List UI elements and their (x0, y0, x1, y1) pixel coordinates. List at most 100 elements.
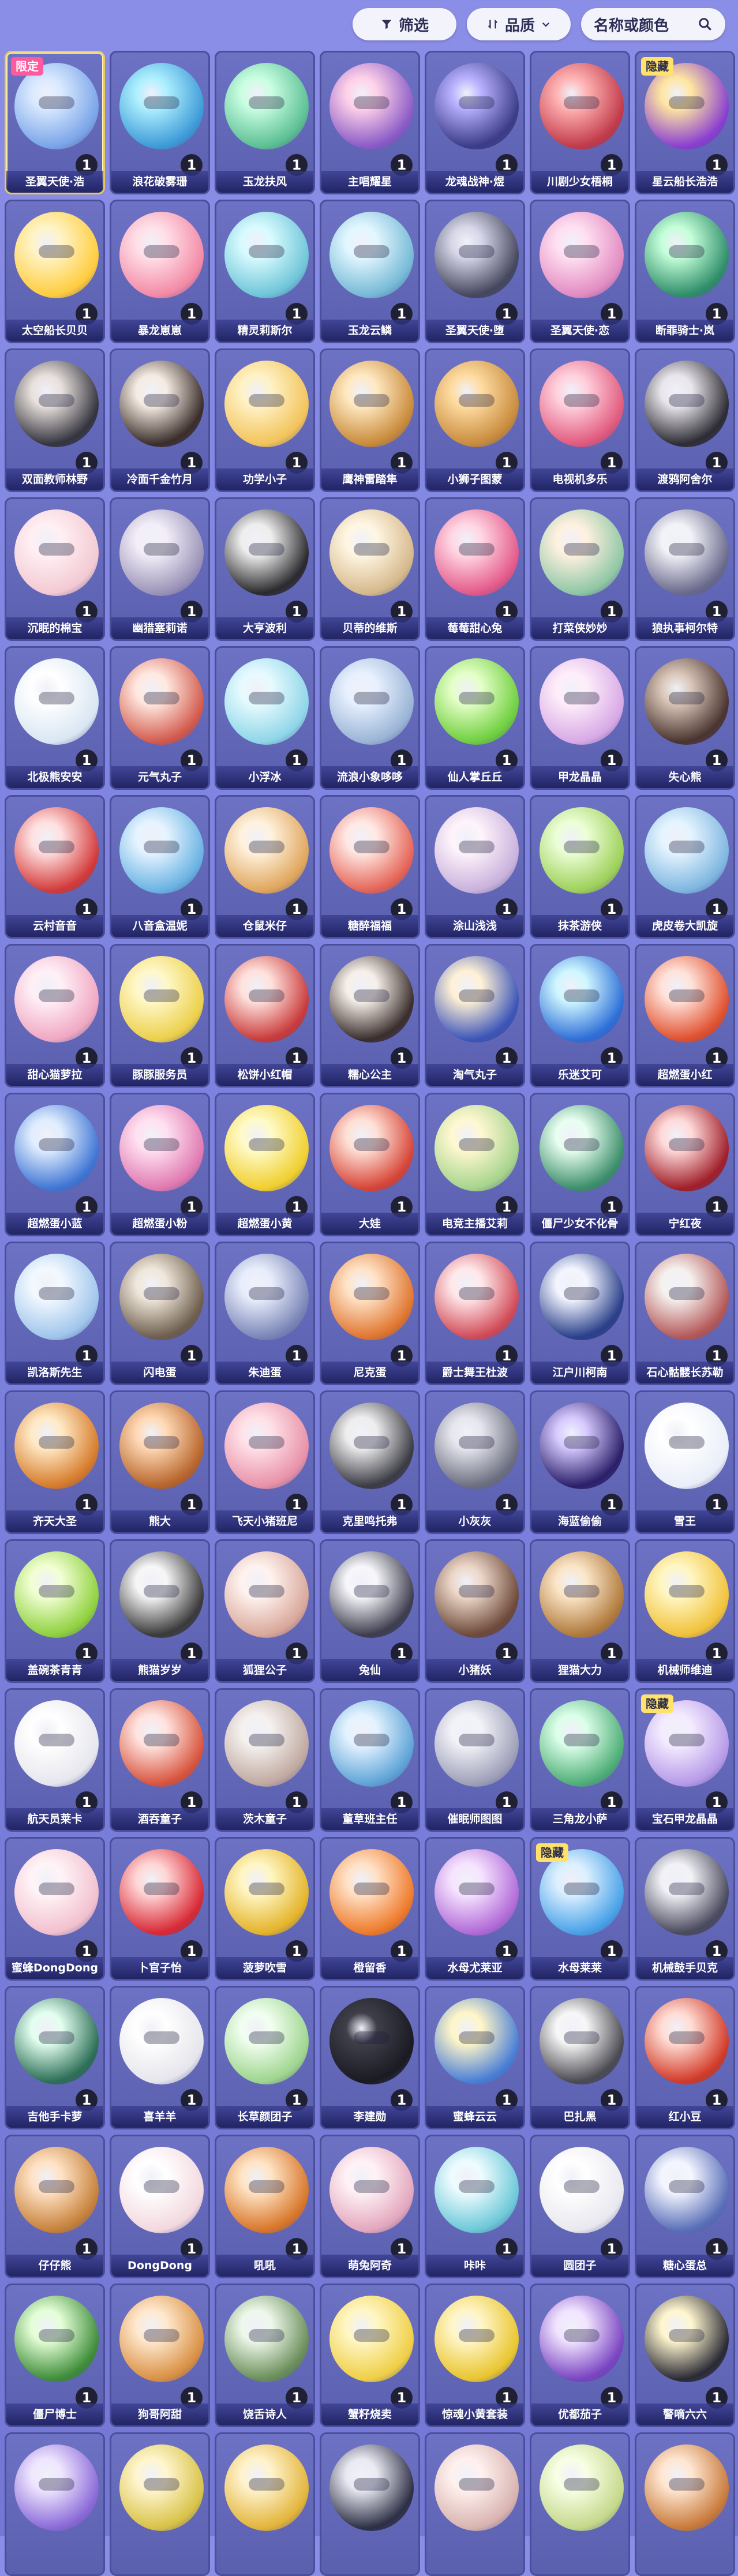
collection-card[interactable]: 1 海蓝偷偷 (530, 1390, 630, 1534)
collection-card[interactable]: 1 僵尸博士 (5, 2283, 105, 2427)
collection-card[interactable]: 1 酒吞童子 (110, 1688, 210, 1832)
collection-card[interactable]: 限定 1 圣翼天使·浩 (5, 51, 105, 194)
collection-card[interactable]: 1 涂山浅浅 (425, 795, 525, 939)
collection-card[interactable] (635, 2432, 735, 2576)
collection-card[interactable]: 1 橙留香 (320, 1837, 420, 1981)
collection-card[interactable]: 1 松饼小红帽 (215, 944, 315, 1088)
collection-card[interactable]: 1 圆团子 (530, 2135, 630, 2278)
collection-card[interactable]: 1 僵尸少女不化骨 (530, 1093, 630, 1236)
collection-card[interactable]: 隐藏 1 水母莱莱 (530, 1837, 630, 1981)
collection-card[interactable]: 1 尼克蛋 (320, 1242, 420, 1385)
collection-card[interactable]: 1 小猪妖 (425, 1539, 525, 1683)
collection-card[interactable]: 1 超燃蛋小黄 (215, 1093, 315, 1236)
collection-card[interactable]: 1 电竞主播艾莉 (425, 1093, 525, 1236)
collection-card[interactable]: 1 吉他手卡萝 (5, 1986, 105, 2129)
collection-card[interactable]: 1 三角龙小萨 (530, 1688, 630, 1832)
collection-card[interactable]: 1 李建勋 (320, 1986, 420, 2129)
collection-card[interactable]: 1 催眠师图图 (425, 1688, 525, 1832)
collection-card[interactable]: 1 云村音音 (5, 795, 105, 939)
collection-card[interactable]: 1 虎皮卷大凯旋 (635, 795, 735, 939)
collection-card[interactable]: 1 仔仔熊 (5, 2135, 105, 2278)
collection-card[interactable]: 1 渡鸦阿舍尔 (635, 348, 735, 492)
collection-card[interactable]: 1 蜜蜂DongDong (5, 1837, 105, 1981)
collection-card[interactable]: 1 水母尤莱亚 (425, 1837, 525, 1981)
collection-card[interactable]: 1 小浮冰 (215, 646, 315, 790)
collection-card[interactable]: 1 圣翼天使·恋 (530, 200, 630, 343)
collection-card[interactable]: 1 玉龙扶风 (215, 51, 315, 194)
collection-card[interactable]: 1 咔咔 (425, 2135, 525, 2278)
collection-card[interactable]: 1 超燃蛋小粉 (110, 1093, 210, 1236)
collection-card[interactable]: 1 乐迷艾可 (530, 944, 630, 1088)
collection-card[interactable]: 1 冷面千金竹月 (110, 348, 210, 492)
collection-card[interactable]: 1 吼吼 (215, 2135, 315, 2278)
collection-card[interactable]: 1 甜心猫萝拉 (5, 944, 105, 1088)
collection-card[interactable]: 1 蜜蜂云云 (425, 1986, 525, 2129)
quality-sort-button[interactable]: 品质 (467, 8, 571, 40)
collection-card[interactable]: 1 优都茄子 (530, 2283, 630, 2427)
collection-card[interactable]: 1 狗哥阿甜 (110, 2283, 210, 2427)
collection-card[interactable]: 1 双面教师林野 (5, 348, 105, 492)
collection-card[interactable]: 1 玉龙云鳞 (320, 200, 420, 343)
collection-card[interactable]: 1 糯心公主 (320, 944, 420, 1088)
collection-card[interactable]: 1 失心熊 (635, 646, 735, 790)
collection-card[interactable]: 1 北极熊安安 (5, 646, 105, 790)
collection-card[interactable]: 1 小狮子图蒙 (425, 348, 525, 492)
collection-card[interactable] (110, 2432, 210, 2576)
collection-card[interactable]: 1 机械师维迪 (635, 1539, 735, 1683)
collection-card[interactable]: 1 长草颜团子 (215, 1986, 315, 2129)
collection-card[interactable]: 1 幽猎塞莉诺 (110, 497, 210, 641)
collection-card[interactable]: 1 电视机多乐 (530, 348, 630, 492)
collection-card[interactable]: 1 茨木童子 (215, 1688, 315, 1832)
collection-card[interactable]: 1 糖心蛋总 (635, 2135, 735, 2278)
collection-card[interactable]: 1 精灵莉斯尔 (215, 200, 315, 343)
collection-card[interactable]: 1 抹茶游侠 (530, 795, 630, 939)
collection-card[interactable]: 1 闪电蛋 (110, 1242, 210, 1385)
collection-card[interactable]: 1 甲龙晶晶 (530, 646, 630, 790)
collection-card[interactable]: 1 宁红夜 (635, 1093, 735, 1236)
collection-card[interactable]: 1 江户川柯南 (530, 1242, 630, 1385)
collection-card[interactable]: 1 DongDong (110, 2135, 210, 2278)
collection-card[interactable]: 1 莓莓甜心兔 (425, 497, 525, 641)
collection-card[interactable]: 1 断罪骑士·岚 (635, 200, 735, 343)
collection-card[interactable]: 1 主唱耀星 (320, 51, 420, 194)
collection-card[interactable]: 1 航天员莱卡 (5, 1688, 105, 1832)
collection-card[interactable]: 隐藏 1 宝石甲龙晶晶 (635, 1688, 735, 1832)
collection-card[interactable]: 1 菠萝吹雪 (215, 1837, 315, 1981)
collection-card[interactable]: 1 兔仙 (320, 1539, 420, 1683)
collection-card[interactable]: 1 狐狸公子 (215, 1539, 315, 1683)
collection-card[interactable]: 1 朱迪蛋 (215, 1242, 315, 1385)
collection-card[interactable]: 1 功学小子 (215, 348, 315, 492)
collection-card[interactable]: 1 狸猫大力 (530, 1539, 630, 1683)
collection-card[interactable]: 1 惊魂小黄套装 (425, 2283, 525, 2427)
collection-card[interactable]: 隐藏 1 星云船长浩浩 (635, 51, 735, 194)
collection-card[interactable]: 1 小灰灰 (425, 1390, 525, 1534)
collection-card[interactable]: 1 卜官子怡 (110, 1837, 210, 1981)
collection-card[interactable]: 1 浪花破雾珊 (110, 51, 210, 194)
collection-card[interactable] (530, 2432, 630, 2576)
collection-card[interactable]: 1 狼执事柯尔特 (635, 497, 735, 641)
collection-card[interactable] (425, 2432, 525, 2576)
collection-card[interactable]: 1 打菜侠妙妙 (530, 497, 630, 641)
collection-card[interactable]: 1 盖碗茶青青 (5, 1539, 105, 1683)
collection-card[interactable] (215, 2432, 315, 2576)
collection-card[interactable]: 1 暴龙崽崽 (110, 200, 210, 343)
collection-card[interactable]: 1 饶舌诗人 (215, 2283, 315, 2427)
collection-card[interactable]: 1 喜羊羊 (110, 1986, 210, 2129)
collection-card[interactable]: 1 沉眠的棉宝 (5, 497, 105, 641)
collection-card[interactable]: 1 龙魂战神·煜 (425, 51, 525, 194)
collection-card[interactable]: 1 圣翼天使·堕 (425, 200, 525, 343)
collection-card[interactable]: 1 元气丸子 (110, 646, 210, 790)
filter-button[interactable]: 筛选 (353, 8, 456, 40)
collection-card[interactable]: 1 贝蒂的维斯 (320, 497, 420, 641)
collection-card[interactable]: 1 熊猫岁岁 (110, 1539, 210, 1683)
collection-card[interactable]: 1 仙人掌丘丘 (425, 646, 525, 790)
collection-card[interactable]: 1 淘气丸子 (425, 944, 525, 1088)
collection-card[interactable]: 1 巴扎黑 (530, 1986, 630, 2129)
collection-card[interactable]: 1 机械鼓手贝克 (635, 1837, 735, 1981)
collection-card[interactable]: 1 警嘀六六 (635, 2283, 735, 2427)
collection-card[interactable]: 1 凯洛斯先生 (5, 1242, 105, 1385)
collection-card[interactable]: 1 齐天大圣 (5, 1390, 105, 1534)
collection-card[interactable]: 1 石心骷髅长苏勒 (635, 1242, 735, 1385)
collection-card[interactable] (5, 2432, 105, 2576)
search-input[interactable]: 名称或颜色 (581, 8, 725, 40)
